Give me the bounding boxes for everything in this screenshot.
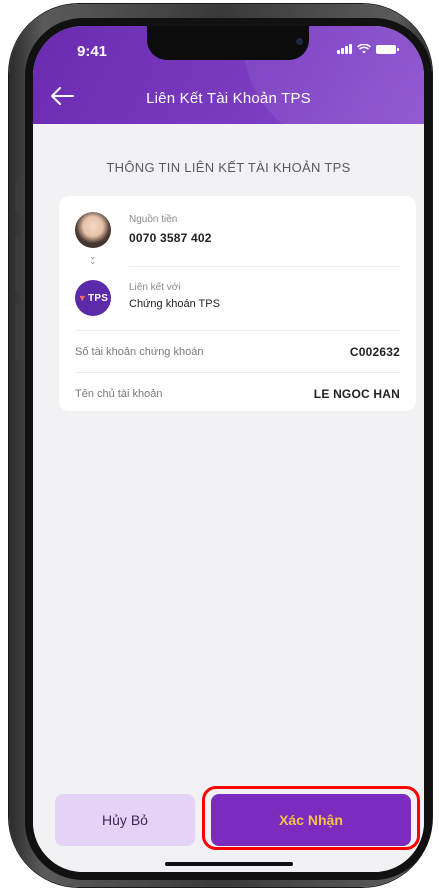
securities-account-label: Số tài khoản chứng khoán: [75, 346, 204, 358]
link-target: Chứng khoán TPS: [129, 298, 220, 310]
source-label: Nguồn tiền: [129, 214, 178, 225]
section-title: THÔNG TIN LIÊN KẾT TÀI KHOẢN TPS: [106, 160, 351, 175]
battery-icon: [376, 45, 399, 54]
volume-down-button: [15, 304, 21, 360]
chevron-down-icon: ⌄ ⌄: [89, 251, 97, 266]
app-header: 9:41 Liên Kết Tài Khoản TPS: [33, 26, 424, 124]
home-indicator: [165, 862, 293, 866]
phone-frame: 9:41 Liên Kết Tài Khoản TPS THÔNG TIN LI…: [9, 4, 432, 887]
cancel-button[interactable]: Hủy Bỏ: [55, 794, 195, 846]
source-account-number: 0070 3587 402: [129, 231, 212, 245]
status-icons: [337, 44, 399, 54]
account-holder-value: LE NGOC HAN: [313, 387, 400, 401]
volume-up-button: [15, 236, 21, 292]
screen: 9:41 Liên Kết Tài Khoản TPS THÔNG TIN LI…: [33, 26, 424, 872]
tps-logo: ▼ TPS: [75, 280, 111, 316]
link-label: Liên kết với: [129, 282, 181, 293]
link-info-card: Nguồn tiền 0070 3587 402 ⌄ ⌄ ▼ TPS Liên kế…: [59, 196, 416, 411]
signal-icon: [337, 44, 352, 54]
avatar: [75, 212, 111, 248]
camera-icon: [296, 38, 303, 45]
confirm-button[interactable]: Xác Nhận: [211, 794, 411, 846]
action-bar: Hủy Bỏ Xác Nhận: [33, 770, 424, 872]
wifi-icon: [357, 44, 371, 54]
divider: [75, 372, 400, 373]
divider: [129, 266, 400, 267]
securities-account-value: C002632: [349, 345, 400, 359]
silent-switch: [15, 182, 21, 212]
page-title: Liên Kết Tài Khoản TPS: [146, 90, 311, 107]
status-time: 9:41: [77, 43, 108, 60]
account-holder-label: Tên chủ tài khoản: [75, 388, 163, 400]
notch: [147, 26, 309, 60]
divider: [75, 330, 400, 331]
